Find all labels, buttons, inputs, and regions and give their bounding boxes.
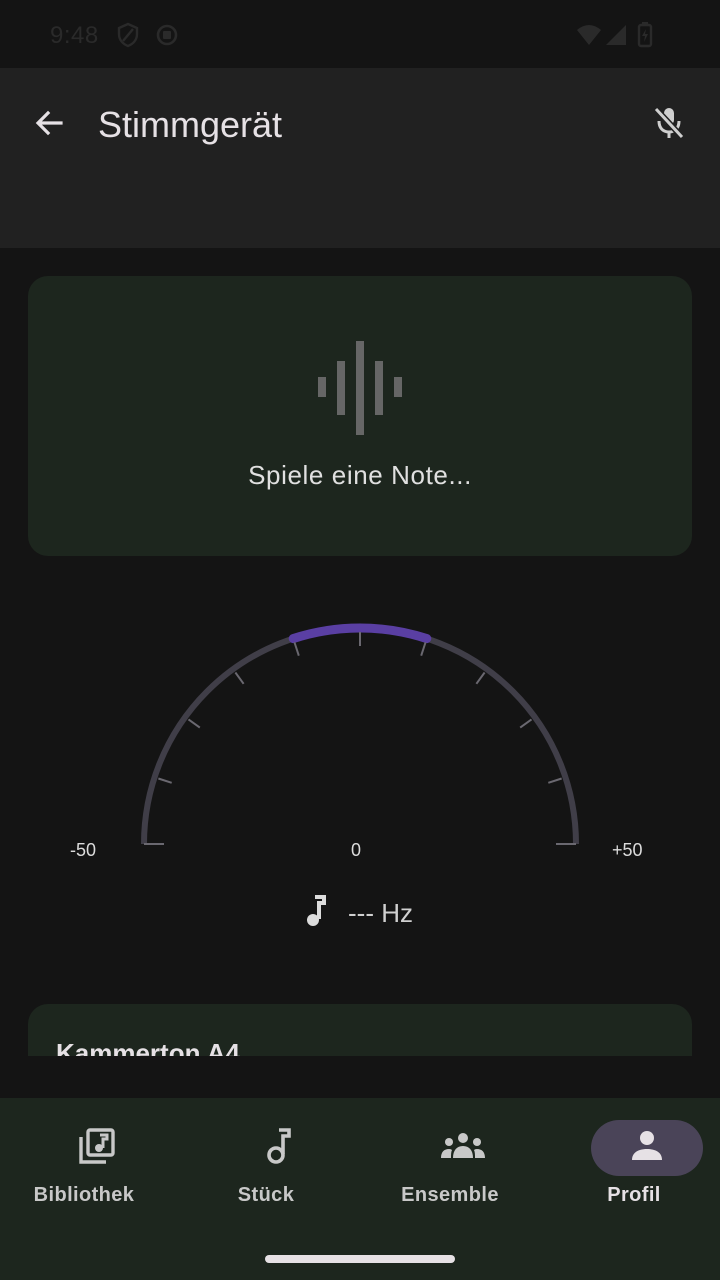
nav-indicator [41,1120,153,1176]
top-app-bar [0,68,720,248]
listening-message: Spiele eine Note... [248,460,472,490]
shield-icon [116,22,142,48]
music-note-icon [264,1127,294,1170]
music-note-icon [300,893,330,934]
nav-indicator [223,1120,335,1176]
person-icon [630,1130,664,1167]
reference-pitch-card[interactable]: Kammerton A4 [28,1004,692,1056]
frequency-readout: --- Hz [300,893,413,934]
tuner-gauge [141,623,579,845]
wifi-icon [576,22,602,48]
mic-toggle-button[interactable] [644,100,694,150]
nav-label: Profil [607,1184,661,1206]
home-indicator[interactable] [265,1255,455,1263]
gauge-tick [293,642,300,656]
gauge-label-min: -50 [70,840,97,860]
nav-item-profil[interactable]: Profil [544,1118,720,1218]
nav-item-stueck[interactable]: Stück [176,1118,356,1218]
gauge-label-max: +50 [612,840,643,860]
gauge-label-center: 0 [351,840,362,860]
back-button[interactable] [26,102,72,148]
sync-icon [154,22,180,48]
groups-icon [441,1132,485,1165]
gauge-tick [420,642,427,656]
gauge-tick [548,777,562,784]
signal-icon [604,22,630,48]
mic-off-icon [652,105,686,146]
nav-label: Ensemble [401,1184,499,1206]
graphic-eq-icon [316,340,406,441]
nav-label: Stück [237,1184,295,1206]
gauge-tick [234,671,245,685]
nav-indicator-active [591,1120,703,1176]
nav-indicator [407,1120,519,1176]
gauge-tick [158,777,172,784]
nav-item-ensemble[interactable]: Ensemble [360,1118,540,1218]
arrow-back-icon [33,107,65,144]
reference-pitch-title: Kammerton A4 [56,1038,240,1056]
page-title: Stimmgerät [98,104,283,145]
frequency-value: --- Hz [348,898,413,928]
gauge-tick [519,718,533,729]
status-bar: 9:48 [0,0,720,68]
status-time: 9:48 [50,22,99,49]
gauge-tick [187,718,201,729]
library-music-icon [77,1126,117,1171]
battery-icon [636,22,662,48]
nav-item-bibliothek[interactable]: Bibliothek [0,1118,174,1218]
gauge-tick [475,671,486,685]
gauge-track [141,625,579,845]
nav-label: Bibliothek [33,1184,135,1206]
